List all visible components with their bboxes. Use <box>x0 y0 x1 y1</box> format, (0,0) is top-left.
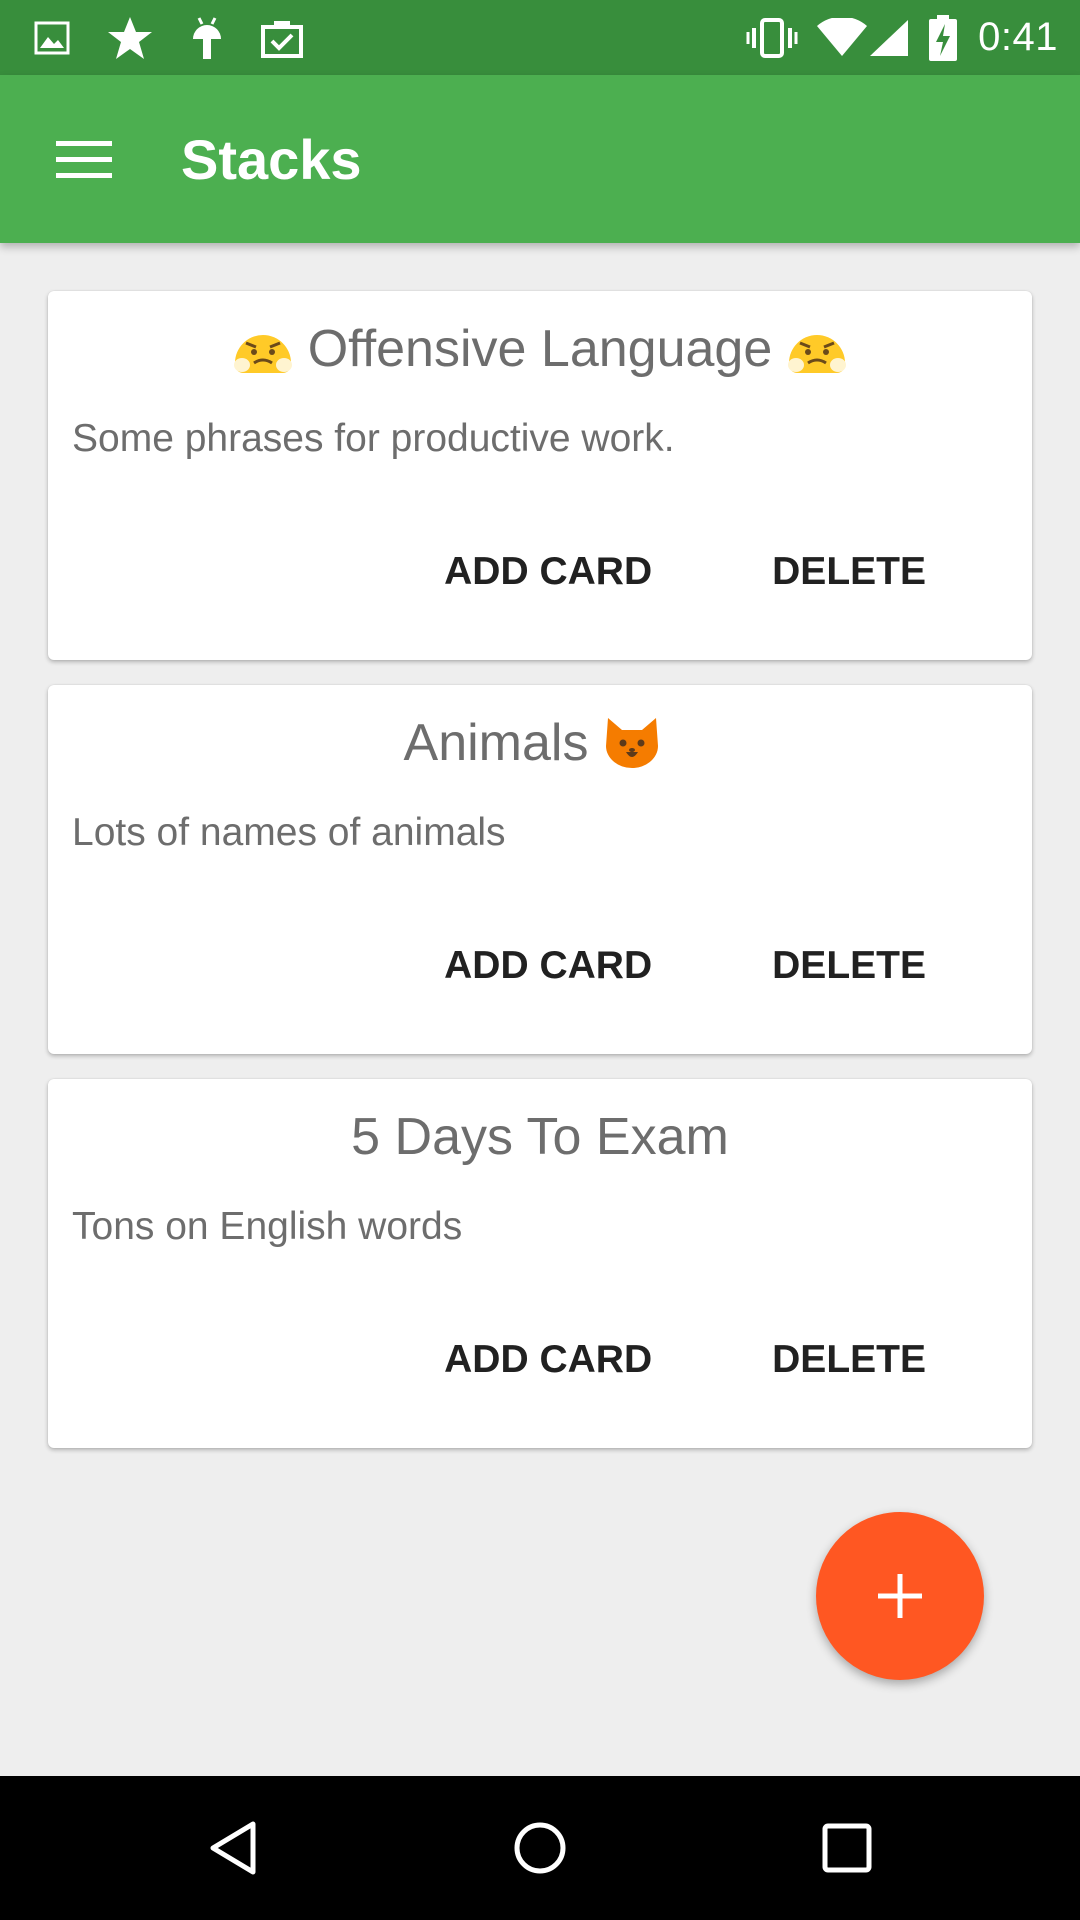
clipboard-check-icon <box>260 18 304 58</box>
add-card-button[interactable]: ADD CARD <box>444 1338 652 1382</box>
stack-description: Some phrases for productive work. <box>72 417 675 460</box>
add-card-button[interactable]: ADD CARD <box>444 944 652 988</box>
delete-button[interactable]: DELETE <box>772 944 926 988</box>
stack-title-row: 5 Days To Exam <box>48 1107 1032 1167</box>
delete-button[interactable]: DELETE <box>772 550 926 594</box>
stack-title-row: Offensive Language <box>48 319 1032 379</box>
notification-icons <box>34 15 340 61</box>
hamburger-menu-icon <box>56 141 112 178</box>
confounded-face-emoji-icon <box>232 323 294 375</box>
stack-description: Tons on English words <box>72 1205 463 1248</box>
clock: 0:41 <box>978 15 1058 59</box>
android-icon <box>190 15 224 61</box>
status-bar: 0:41 <box>0 0 1080 75</box>
card-actions: ADD CARD DELETE <box>444 537 1032 607</box>
menu-button[interactable] <box>0 75 168 243</box>
stack-title-row: Animals <box>48 713 1032 773</box>
wifi-icon <box>816 17 868 58</box>
cat-face-emoji-icon <box>602 716 662 770</box>
vibrate-icon <box>746 17 798 58</box>
stack-description: Lots of names of animals <box>72 811 506 854</box>
stack-card[interactable]: Animals Lots of names of animals ADD CAR… <box>48 685 1032 1054</box>
app-bar: Stacks <box>0 75 1080 243</box>
card-actions: ADD CARD DELETE <box>444 1325 1032 1395</box>
home-icon <box>514 1822 566 1874</box>
stack-title: Animals <box>403 714 589 772</box>
navigation-bar <box>0 1776 1080 1920</box>
back-button[interactable] <box>173 1788 293 1908</box>
stack-title: 5 Days To Exam <box>351 1108 729 1166</box>
back-icon <box>210 1821 256 1875</box>
home-button[interactable] <box>480 1788 600 1908</box>
stack-title: Offensive Language <box>307 320 773 378</box>
stack-list: Offensive Language Some phrases for prod… <box>48 291 1032 1473</box>
star-icon <box>106 15 154 61</box>
stack-card[interactable]: 5 Days To Exam Tons on English words ADD… <box>48 1079 1032 1448</box>
add-stack-fab[interactable] <box>816 1512 984 1680</box>
page-title: Stacks <box>181 127 362 191</box>
plus-icon <box>878 1574 922 1618</box>
signal-icon <box>868 18 910 58</box>
add-card-button[interactable]: ADD CARD <box>444 550 652 594</box>
recents-button[interactable] <box>787 1788 907 1908</box>
confounded-face-emoji-icon <box>786 323 848 375</box>
recents-icon <box>822 1823 872 1873</box>
battery-charging-icon <box>928 14 958 61</box>
stack-card[interactable]: Offensive Language Some phrases for prod… <box>48 291 1032 660</box>
system-icons: 0:41 <box>728 14 1058 61</box>
card-actions: ADD CARD DELETE <box>444 931 1032 1001</box>
image-icon <box>34 21 70 55</box>
delete-button[interactable]: DELETE <box>772 1338 926 1382</box>
